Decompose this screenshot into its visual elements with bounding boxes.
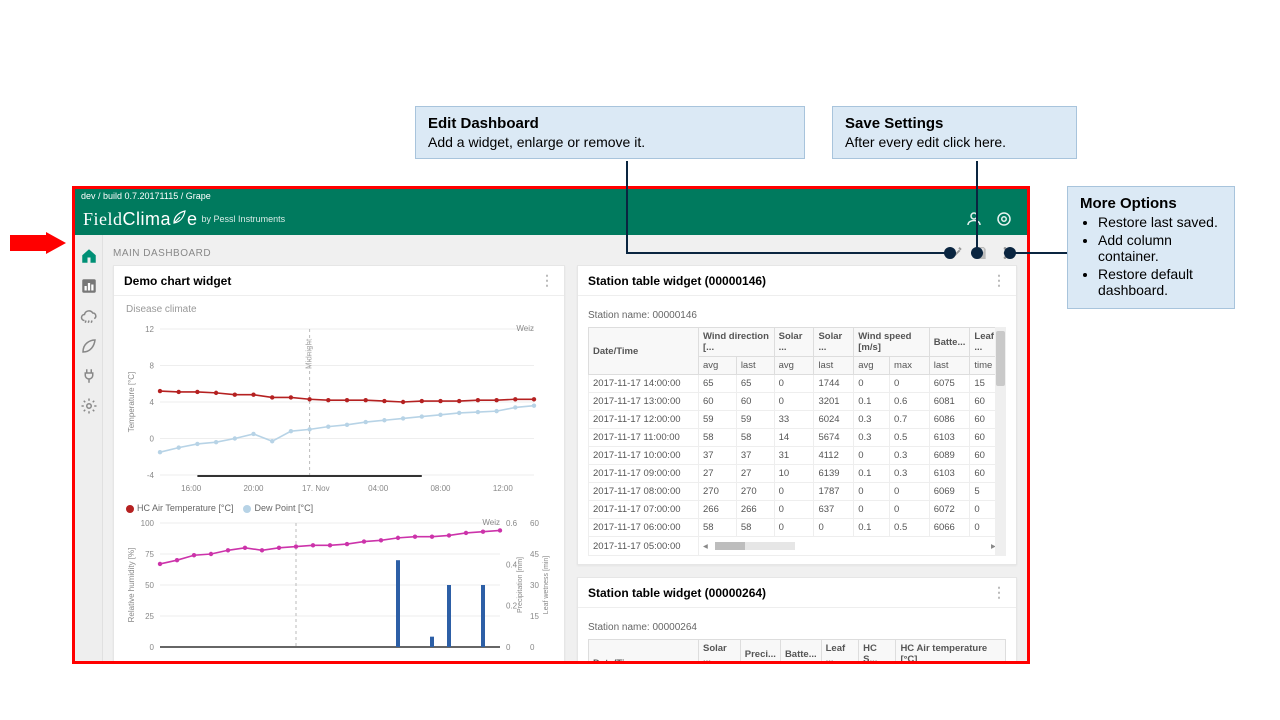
leaf-icon[interactable] <box>80 337 98 355</box>
svg-text:0.4: 0.4 <box>506 560 518 569</box>
svg-text:Precipitation [mm]: Precipitation [mm] <box>517 557 524 613</box>
callout-title: Edit Dashboard <box>428 115 792 132</box>
callout-more-options: More Options Restore last saved. Add col… <box>1067 186 1235 309</box>
legend-b: Dew Point [°C] <box>254 503 313 513</box>
temperature-chart: -4 0 4 8 12 Temperature [°C] Midnight 16:00 20:0… <box>124 319 554 499</box>
gear-icon[interactable] <box>80 397 98 415</box>
svg-text:60: 60 <box>530 519 539 528</box>
svg-text:12: 12 <box>145 325 154 334</box>
svg-text:Relative humidity [%]: Relative humidity [%] <box>127 548 136 623</box>
widget-menu-icon[interactable]: ⋮ <box>992 584 1006 601</box>
svg-text:0: 0 <box>150 643 155 652</box>
svg-text:50: 50 <box>145 581 154 590</box>
legend-a: HC Air Temperature [°C] <box>137 503 233 513</box>
data-table-2: Date/TimeSolar ...Preci...Batte...Leaf .… <box>588 639 1006 664</box>
widget-menu-icon[interactable]: ⋮ <box>540 272 554 289</box>
user-icon[interactable] <box>965 210 983 228</box>
brand-sub: by Pessl Instruments <box>202 214 286 224</box>
svg-text:8: 8 <box>150 362 155 371</box>
callout-edit-dashboard: Edit Dashboard Add a widget, enlarge or … <box>415 106 805 159</box>
svg-text:0: 0 <box>150 435 155 444</box>
main: MAIN DASHBOARD Demo chart widget ⋮ Disea… <box>103 235 1027 664</box>
svg-text:16:00: 16:00 <box>181 484 202 493</box>
target-icon[interactable] <box>995 210 1013 228</box>
svg-text:04:00: 04:00 <box>368 484 389 493</box>
svg-text:Weiz: Weiz <box>516 324 534 333</box>
svg-text:Midnight: Midnight <box>305 338 314 369</box>
table2-title: Station table widget (00000264) <box>588 586 766 600</box>
chart-widget-title: Demo chart widget <box>124 274 231 288</box>
topbar: FieldClimae by Pessl Instruments <box>75 203 1027 235</box>
page-title: MAIN DASHBOARD <box>113 248 211 259</box>
table2-station-name: Station name: 00000264 <box>588 622 1006 633</box>
svg-text:0.2: 0.2 <box>506 602 518 611</box>
callout-item: Restore last saved. <box>1098 214 1222 230</box>
svg-text:08:00: 08:00 <box>430 484 451 493</box>
station-table-widget-2: Station table widget (00000264) ⋮ Statio… <box>577 577 1017 664</box>
svg-text:30: 30 <box>530 581 539 590</box>
callout-save-settings: Save Settings After every edit click her… <box>832 106 1077 159</box>
humidity-chart: 0 25 50 75 100 0 0.2 0.4 0.6 0 15 30 45 60 Relative hu… <box>124 515 554 664</box>
brand: FieldClimae <box>83 209 198 230</box>
callout-item: Restore default dashboard. <box>1098 266 1222 298</box>
svg-text:15: 15 <box>530 612 539 621</box>
svg-text:0: 0 <box>506 643 511 652</box>
chart-icon[interactable] <box>80 277 98 295</box>
callout-title: Save Settings <box>845 115 1064 132</box>
svg-text:4: 4 <box>150 398 155 407</box>
build-string: dev / build 0.7.20171115 / Grape <box>75 189 1027 203</box>
svg-text:45: 45 <box>530 550 539 559</box>
svg-text:12:00: 12:00 <box>493 484 514 493</box>
widget-menu-icon[interactable]: ⋮ <box>992 272 1006 289</box>
horizontal-scrollbar[interactable]: ◂▸ <box>703 540 1001 552</box>
svg-text:Leaf wetness [min]: Leaf wetness [min] <box>543 556 550 614</box>
svg-text:-4: -4 <box>147 471 155 480</box>
plug-icon[interactable] <box>80 367 98 385</box>
callout-title: More Options <box>1080 195 1222 212</box>
table1-station-name: Station name: 00000146 <box>588 310 1006 321</box>
svg-text:25: 25 <box>145 612 154 621</box>
svg-text:75: 75 <box>145 550 154 559</box>
callout-list: Restore last saved. Add column container… <box>1080 214 1222 298</box>
svg-text:Temperature [°C]: Temperature [°C] <box>127 372 136 433</box>
chart-subtitle: Disease climate <box>126 304 554 315</box>
callout-body: After every edit click here. <box>845 134 1064 150</box>
svg-text:Weiz: Weiz <box>482 518 500 527</box>
annotation-arrow <box>10 232 66 254</box>
svg-text:100: 100 <box>141 519 155 528</box>
data-table-1: Date/TimeWind direction [...Solar ...Sol… <box>588 327 1006 556</box>
svg-text:17. Nov: 17. Nov <box>302 484 330 493</box>
cloud-icon[interactable] <box>80 307 98 325</box>
home-icon[interactable] <box>80 247 98 265</box>
chart-widget-card: Demo chart widget ⋮ Disease climate -404… <box>113 265 565 664</box>
svg-text:20:00: 20:00 <box>243 484 264 493</box>
station-table-widget-1: Station table widget (00000146) ⋮ Statio… <box>577 265 1017 565</box>
vertical-scrollbar[interactable] <box>995 327 1006 556</box>
app-window: dev / build 0.7.20171115 / Grape FieldCl… <box>72 186 1030 664</box>
callout-item: Add column container. <box>1098 232 1222 264</box>
svg-text:0: 0 <box>530 643 535 652</box>
svg-text:0.6: 0.6 <box>506 519 518 528</box>
table1-title: Station table widget (00000146) <box>588 274 766 288</box>
callout-body: Add a widget, enlarge or remove it. <box>428 134 792 150</box>
sidebar <box>75 235 103 664</box>
